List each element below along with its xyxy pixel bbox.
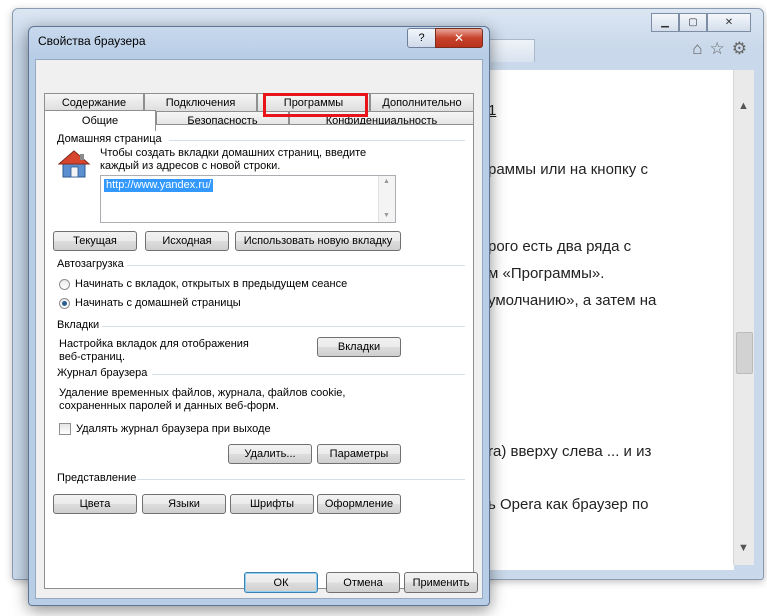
gear-icon[interactable]: ⚙ [732,39,747,59]
window-close-button[interactable]: ✕ [707,13,751,32]
group-divider [169,140,465,141]
group-divider [152,374,465,375]
programs-tab-highlight [263,93,368,117]
startup-last-session-radio[interactable] [59,279,70,290]
favorites-star-icon[interactable]: ☆ [710,39,725,59]
startup-home-page-label[interactable]: Начинать с домашней страницы [75,297,241,310]
use-current-button[interactable]: Текущая [53,231,137,251]
help-button[interactable]: ? [407,28,436,48]
group-divider [102,326,465,327]
languages-button[interactable]: Языки [142,494,226,514]
cancel-button[interactable]: Отмена [326,572,400,593]
dialog-close-button[interactable]: ✕ [435,28,483,48]
scroll-up-arrow-icon[interactable]: ▲ [738,100,749,112]
home-page-url-textarea[interactable]: http://www.yandex.ru/ ▲ ▼ [100,175,396,223]
history-group-header: Журнал браузера [57,367,148,379]
home-description-line1: Чтобы создать вкладки домашних страниц, … [100,147,367,159]
startup-last-session-label[interactable]: Начинать с вкладок, открытых в предыдуще… [75,278,347,291]
use-new-tab-button[interactable]: Использовать новую вкладку [235,231,401,251]
home-page-url-value: http://www.yandex.ru/ [104,179,214,192]
history-description-line2: сохраненных паролей и данных веб-форм. [59,400,279,412]
dialog-title: Свойства браузера [38,34,146,48]
content-line: рого есть два ряда с [488,238,632,255]
url-textarea-scrollbar[interactable]: ▲ ▼ [378,176,395,222]
colors-button[interactable]: Цвета [53,494,137,514]
browser-toolbar: ⌂ ☆ ⚙ [692,39,747,59]
appearance-group-header: Представление [57,472,137,484]
tab-content[interactable]: Содержание [44,93,144,111]
tab-general[interactable]: Общие [44,110,156,131]
browser-properties-dialog: Свойства браузера ? ✕ Содержание Подключ… [28,26,490,606]
content-line: м «Программы». [488,265,605,282]
fonts-button[interactable]: Шрифты [230,494,314,514]
home-description-line2: каждый из адресов с новой строки. [100,160,281,172]
minimize-button[interactable]: ▁ [651,13,679,32]
delete-history-on-exit-checkbox[interactable] [59,423,71,435]
dialog-body: Содержание Подключения Программы Дополни… [35,59,483,599]
content-line: умолчанию», а затем на [488,292,657,309]
tabs-description-line2: веб-страниц. [59,351,126,363]
startup-home-page-radio[interactable] [59,298,70,309]
scroll-up-arrow-icon[interactable]: ▲ [383,178,390,185]
delete-history-on-exit-label[interactable]: Удалять журнал браузера при выходе [76,423,271,436]
history-description-line1: Удаление временных файлов, журнала, файл… [59,387,346,399]
page-content-area: 1 раммы или на кнопку с рого есть два ря… [475,70,734,570]
apply-button[interactable]: Применить [404,572,478,593]
tabs-description-line1: Настройка вкладок для отображения [59,338,249,350]
home-page-group-header: Домашняя страница [57,133,162,145]
use-default-button[interactable]: Исходная [145,231,229,251]
startup-group-header: Автозагрузка [57,258,124,270]
tabs-settings-button[interactable]: Вкладки [317,337,401,357]
home-icon[interactable]: ⌂ [692,39,702,59]
history-settings-button[interactable]: Параметры [317,444,401,464]
content-line: ь Opera как браузер по [488,496,649,513]
scroll-down-arrow-icon[interactable]: ▼ [383,212,390,219]
home-house-icon [57,150,91,178]
page-scrollbar[interactable]: ▲ ▼ [733,70,754,565]
tabs-group-header: Вкладки [57,319,100,331]
content-line: раммы или на кнопку с [488,161,648,178]
maximize-button[interactable]: ▢ [679,13,707,32]
ok-button[interactable]: ОК [244,572,318,593]
accessibility-button[interactable]: Оформление [317,494,401,514]
content-line: ra) вверху слева ... и из [488,443,652,460]
general-tab-panel: Домашняя страница Чтобы создать вкладки … [44,124,474,589]
scrollbar-thumb[interactable] [736,332,753,374]
tab-advanced[interactable]: Дополнительно [370,93,474,111]
group-divider [137,479,465,480]
group-divider [127,265,465,266]
browser-caption-buttons: ▁ ▢ ✕ [651,13,751,32]
scroll-down-arrow-icon[interactable]: ▼ [738,542,749,554]
delete-history-button[interactable]: Удалить... [228,444,312,464]
tab-connections[interactable]: Подключения [144,93,257,111]
